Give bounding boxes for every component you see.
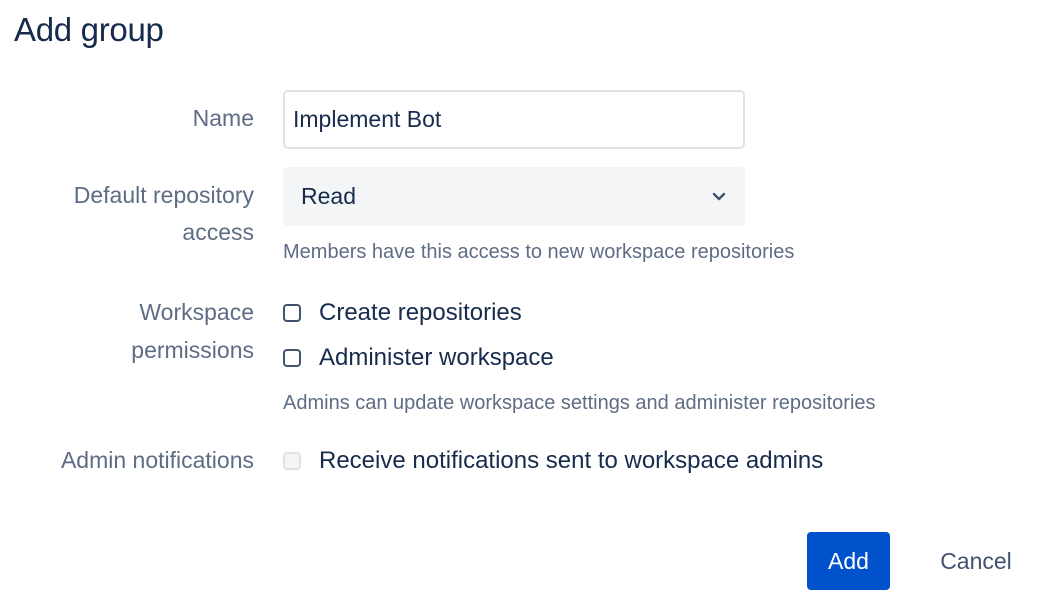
administer-workspace-option[interactable]: Administer workspace — [283, 341, 554, 375]
create-repositories-label: Create repositories — [319, 299, 522, 326]
repo-access-label-line2: access — [182, 219, 254, 245]
administer-workspace-checkbox[interactable] — [283, 349, 301, 367]
repo-access-selected-value: Read — [301, 183, 356, 209]
name-input[interactable] — [283, 90, 745, 149]
permissions-label-line1: Workspace — [139, 299, 254, 325]
page-title: Add group — [14, 11, 164, 48]
create-repositories-checkbox[interactable] — [283, 304, 301, 322]
receive-notifications-option: Receive notifications sent to workspace … — [283, 444, 823, 478]
permissions-label-line2: permissions — [131, 337, 254, 363]
repo-access-label-line1: Default repository — [73, 182, 254, 208]
create-repositories-option[interactable]: Create repositories — [283, 296, 522, 330]
receive-notifications-label: Receive notifications sent to workspace … — [319, 447, 824, 474]
permissions-help-text: Admins can update workspace settings and… — [283, 392, 876, 414]
name-label: Name — [192, 105, 254, 131]
add-button[interactable]: Add — [807, 532, 890, 590]
add-group-dialog: Add group Name Default repository access… — [0, 0, 1050, 597]
administer-workspace-label: Administer workspace — [319, 344, 554, 371]
repo-access-help-text: Members have this access to new workspac… — [283, 241, 795, 263]
receive-notifications-checkbox — [283, 452, 301, 470]
cancel-button[interactable]: Cancel — [922, 532, 1030, 590]
chevron-down-icon — [711, 189, 727, 205]
repo-access-select[interactable]: Read — [283, 167, 745, 226]
notifications-label: Admin notifications — [60, 447, 254, 473]
